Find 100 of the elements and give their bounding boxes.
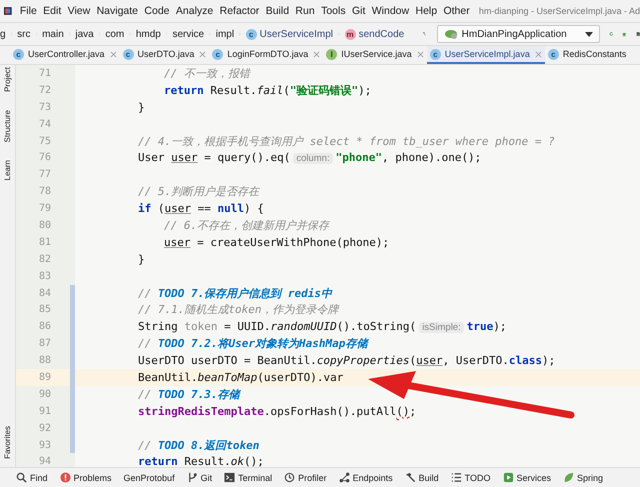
line-number: 80 [38, 220, 51, 231]
tool-window-button[interactable]: Spring [563, 472, 604, 483]
close-icon[interactable] [199, 50, 206, 58]
line-number: 74 [38, 118, 51, 130]
breadcrumb-item[interactable]: impl [216, 28, 234, 40]
nodes-icon [338, 472, 350, 483]
app-logo-icon [4, 5, 12, 17]
terminal-icon [224, 472, 236, 483]
code-line: // 不一致，报错 [164, 66, 250, 81]
code-line: // TODO 7.3.存储 [138, 386, 240, 402]
menu-item[interactable]: Tools [318, 5, 349, 17]
code-line: return Result.ok(); [138, 455, 264, 468]
menu-item[interactable]: Edit [40, 5, 64, 17]
code-line: if (user == null) { [138, 202, 264, 216]
breadcrumb-item[interactable]: g [0, 28, 6, 40]
line-number: 93 [38, 440, 51, 451]
tool-window-button[interactable]: Profiler [284, 472, 327, 483]
tool-window-button[interactable]: Services [502, 472, 552, 483]
class-icon: c [212, 48, 224, 60]
line-number: 87 [38, 338, 51, 350]
menu-item[interactable]: Run [292, 5, 318, 17]
tool-window-button[interactable]: Find [16, 472, 48, 483]
code-line: // 4.一致，根据手机号查询用户 select * from tb_user where phone = ? [138, 134, 555, 148]
tool-window-tab[interactable]: Learn [3, 160, 12, 181]
code-line: // 6.不存在，创建新用户并保存 [164, 218, 330, 233]
tool-window-button[interactable]: Problems [60, 472, 112, 483]
code-line: } [138, 252, 145, 266]
tool-window-button[interactable]: TODO [450, 472, 491, 483]
code-line: } [138, 100, 145, 114]
code-line: // 5.判断用户是否存在 [138, 184, 260, 200]
line-number: 90 [38, 388, 51, 400]
hammer-icon [404, 472, 416, 483]
editor-tab[interactable]: c LoginFormDTO.java [209, 46, 324, 64]
caret-icon [584, 32, 593, 36]
tool-window-tab[interactable]: Structure [3, 110, 12, 142]
tool-window-button[interactable]: Build [404, 472, 439, 483]
line-number: 78 [38, 186, 51, 198]
menu-item[interactable]: File [16, 5, 40, 17]
editor-tab[interactable]: I IUserService.java [323, 46, 427, 64]
breadcrumb-item[interactable]: UserServiceImpl [260, 28, 334, 40]
error-icon [60, 472, 71, 483]
line-number: 86 [38, 321, 51, 332]
line-number: 79 [38, 203, 51, 214]
class-icon: c [430, 48, 441, 60]
play-icon [502, 472, 514, 483]
menu-item[interactable]: Window [368, 5, 412, 17]
leaf-icon [563, 472, 574, 483]
menu-item[interactable]: Code [141, 5, 173, 17]
breadcrumb-item[interactable]: main [42, 28, 64, 40]
tool-window-tab[interactable]: Project [3, 67, 12, 92]
line-number: 77 [38, 169, 51, 180]
line-number: 75 [38, 136, 51, 146]
editor-tab[interactable]: c UserController.java [10, 46, 120, 64]
close-icon[interactable] [534, 50, 542, 58]
class-icon: c [548, 48, 559, 60]
breadcrumb-item[interactable]: hmdp [136, 28, 161, 40]
breadcrumb-item[interactable]: src [17, 28, 30, 40]
code-line: String token = UUID.randomUUID().toString( isSimple: true); [138, 320, 506, 334]
clock-icon [284, 472, 296, 483]
breadcrumb-item[interactable]: java [75, 28, 94, 40]
run-configuration-dropdown[interactable]: HmDianPingApplication [436, 25, 600, 43]
menu-item[interactable]: Other [440, 5, 473, 17]
code-line: User user = query().eq( column: "phone", phone).one(); [138, 151, 482, 164]
line-number: 81 [38, 236, 51, 248]
close-icon[interactable] [110, 50, 117, 58]
menu-item[interactable]: Help [412, 5, 440, 17]
branch-icon [186, 472, 198, 483]
window-title: hm-dianping - UserServiceImpl.java - Ad [478, 6, 640, 16]
menu-item[interactable]: Navigate [93, 5, 142, 17]
menu-item[interactable]: Git [348, 5, 369, 17]
line-number: 91 [38, 406, 51, 417]
list-icon [450, 472, 462, 483]
breadcrumb-item[interactable]: com [105, 28, 124, 40]
editor-tab[interactable]: c RedisConstants [544, 46, 630, 64]
code-line: stringRedisTemplate.opsForHash().putAll(); [138, 404, 416, 418]
close-icon[interactable] [416, 50, 424, 58]
breadcrumb-item[interactable]: service [172, 28, 204, 40]
method-icon: m [344, 28, 356, 40]
line-number: 89 [38, 372, 51, 383]
tool-window-button[interactable]: Git [186, 472, 212, 483]
menu-item[interactable]: Analyze [172, 5, 216, 17]
tool-window-tab[interactable]: Favorites [3, 426, 12, 459]
menu-item[interactable]: Build [262, 5, 292, 17]
line-number: 82 [38, 254, 51, 265]
editor-tab[interactable]: c UserServiceImpl.java [426, 46, 545, 64]
class-icon: c [122, 48, 134, 60]
breadcrumb-item[interactable]: sendCode [358, 28, 404, 40]
line-number: 92 [38, 422, 51, 434]
menu-item[interactable]: Refactor [216, 5, 262, 17]
editor-tab[interactable]: c UserDTO.java [120, 46, 210, 64]
line-number: 71 [38, 68, 51, 79]
tool-window-button[interactable]: Endpoints [338, 472, 393, 483]
tool-window-button[interactable]: GenProtobuf [124, 472, 175, 482]
code-line: return Result.fail("验证码错误"); [164, 82, 372, 98]
menu-item[interactable]: View [64, 5, 94, 17]
close-icon[interactable] [313, 50, 320, 58]
tool-window-button[interactable]: Terminal [224, 472, 272, 483]
code-line: // 7.1.随机生成token，作为登录令牌 [138, 302, 338, 318]
line-number: 94 [38, 456, 51, 468]
code-line: BeanUtil.beanToMap(userDTO).var [138, 370, 344, 384]
